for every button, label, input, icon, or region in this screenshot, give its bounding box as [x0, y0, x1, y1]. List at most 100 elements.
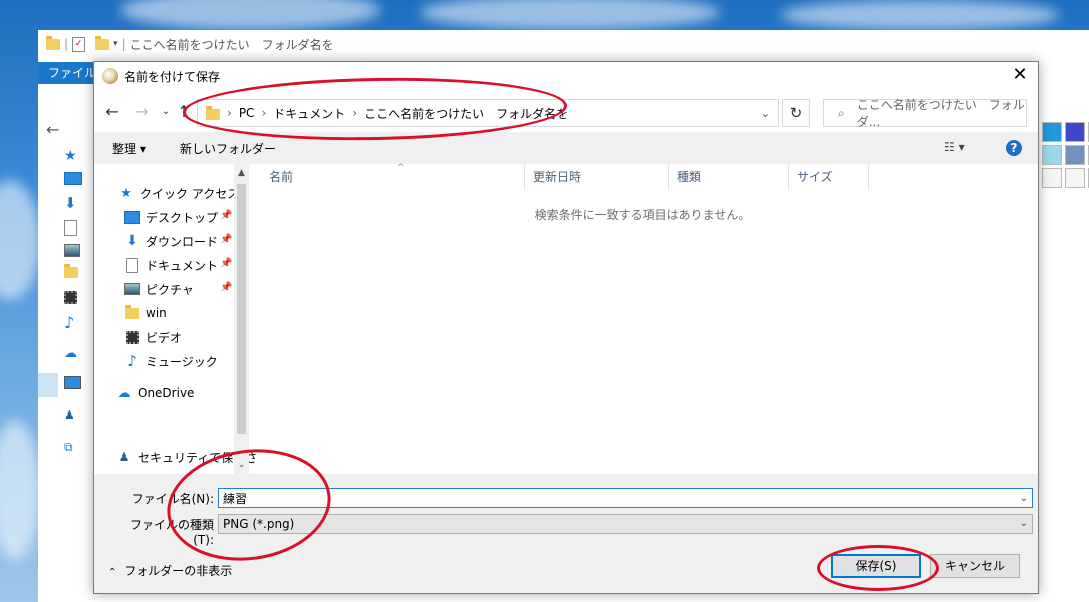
music-icon: ♪: [64, 313, 75, 332]
picture-icon: [64, 244, 84, 264]
file-list: 名前 ^ 更新日時 種類 サイズ 検索条件に一致する項目はありません。: [249, 163, 1036, 474]
organize-button[interactable]: 整理 ▾: [112, 140, 146, 157]
network-icon: ⧉: [64, 440, 73, 454]
recent-locations-icon[interactable]: ⌄: [156, 102, 176, 122]
cloud-icon: ☁: [64, 346, 77, 361]
cancel-button[interactable]: キャンセル: [930, 554, 1020, 578]
column-label: サイズ: [797, 170, 833, 184]
sidebar-item-music[interactable]: ♪ ミュージック: [124, 350, 218, 372]
checklist-icon: ✓: [72, 36, 86, 52]
video-icon: [64, 291, 84, 311]
network-icon: ♟: [64, 408, 75, 422]
desktop-icon: [124, 210, 140, 224]
background-window-title: ここへ名前をつけたい フォルダ名を: [129, 37, 334, 52]
chevron-down-icon[interactable]: ⌄: [761, 107, 770, 120]
column-label: 更新日時: [533, 170, 582, 184]
sidebar-item-label: ダウンロード: [146, 234, 219, 249]
star-icon: ★: [64, 148, 77, 164]
hide-folders-toggle[interactable]: ⌃ フォルダーの非表示: [108, 562, 232, 579]
navigation-scrollbar[interactable]: ▲ ⌄: [234, 164, 249, 474]
refresh-icon[interactable]: ↻: [782, 99, 810, 127]
color-swatch[interactable]: [1042, 122, 1062, 142]
sidebar-item-label: クイック アクセス: [140, 186, 240, 201]
cloud-icon: ☁: [117, 385, 131, 401]
search-placeholder: ここへ名前をつけたい フォルダ...: [856, 98, 1025, 129]
paint-app-icon: [102, 68, 118, 84]
network-icon: ♟: [118, 450, 130, 464]
sidebar-item-label: デスクトップ: [146, 210, 219, 225]
dialog-title: 名前を付けて保存: [124, 69, 221, 84]
new-folder-button[interactable]: 新しいフォルダー: [180, 140, 276, 157]
sidebar-item-onedrive[interactable]: ☁ OneDrive: [116, 382, 195, 404]
command-toolbar: 整理 ▾ 新しいフォルダー ☷ ▾ ?: [94, 132, 1038, 164]
sidebar-item-label: ピクチャ: [146, 282, 194, 297]
document-icon: [124, 257, 140, 273]
annotation-circle-save: [817, 545, 939, 591]
column-header-modified[interactable]: 更新日時: [525, 164, 669, 190]
sidebar-item-quick-access[interactable]: ★ クイック アクセス: [118, 182, 239, 204]
document-icon: [64, 220, 84, 240]
sidebar-item-documents[interactable]: ドキュメント: [124, 254, 218, 276]
close-icon[interactable]: ✕: [1008, 64, 1032, 88]
dialog-titlebar: 名前を付けて保存 ✕: [94, 62, 1038, 90]
back-arrow-icon[interactable]: ←: [102, 102, 122, 122]
filename-field[interactable]: 練習 ⌄: [218, 488, 1033, 508]
folder-icon: [95, 35, 110, 50]
column-label: 名前: [269, 170, 294, 184]
download-icon: ⬇: [64, 194, 77, 212]
desktop-icon: [64, 172, 84, 192]
empty-message: 検索条件に一致する項目はありません。: [534, 208, 751, 222]
view-options-icon[interactable]: ☷ ▾: [944, 140, 965, 154]
sidebar-item-downloads[interactable]: ⬇ ダウンロード: [124, 230, 218, 252]
color-swatch[interactable]: [1065, 145, 1085, 165]
music-icon: ♪: [127, 352, 137, 370]
search-input[interactable]: ⌕ ここへ名前をつけたい フォルダ...: [823, 98, 1027, 129]
navigation-pane: ★ クイック アクセス デスクトップ 📌 ⬇ ダウンロード 📌 ドキュメント 📌…: [94, 164, 249, 536]
chevron-down-icon[interactable]: ⌄: [1020, 489, 1028, 509]
color-swatch[interactable]: [1065, 168, 1085, 188]
sort-up-icon: ^: [397, 163, 405, 173]
scrollbar-thumb[interactable]: [237, 184, 246, 434]
forward-arrow-icon[interactable]: →: [132, 102, 152, 122]
color-palette: [1042, 122, 1089, 191]
color-swatch[interactable]: [1065, 122, 1085, 142]
column-header-type[interactable]: 種類: [669, 164, 789, 190]
picture-icon: [124, 282, 140, 296]
sidebar-item-label: ミュージック: [146, 354, 218, 369]
filetype-select[interactable]: PNG (*.png) ⌄: [218, 514, 1033, 534]
sidebar-item-videos[interactable]: ビデオ: [124, 326, 182, 348]
sidebar-item-label: OneDrive: [138, 386, 195, 400]
sidebar-item-win[interactable]: win: [124, 302, 167, 324]
sidebar-item-label: ドキュメント: [146, 258, 219, 273]
pc-highlight: [38, 373, 58, 397]
pin-icon[interactable]: 📌: [220, 258, 232, 269]
sidebar-item-pictures[interactable]: ピクチャ: [124, 278, 194, 300]
search-icon: ⌕: [838, 105, 845, 120]
download-icon: ⬇: [126, 233, 138, 249]
chevron-up-icon: ⌃: [108, 567, 117, 578]
folder-icon: [124, 304, 140, 320]
pin-icon[interactable]: 📌: [220, 234, 232, 245]
sidebar-item-label: win: [146, 306, 167, 320]
folder-icon: [64, 264, 84, 287]
pin-icon[interactable]: 📌: [220, 282, 232, 293]
scroll-up-icon[interactable]: ▲: [234, 168, 249, 178]
column-label: 種類: [677, 170, 702, 184]
back-arrow-icon[interactable]: ←: [46, 120, 59, 139]
sidebar-item-desktop[interactable]: デスクトップ: [124, 206, 218, 228]
pc-icon: [64, 376, 84, 396]
pin-icon[interactable]: 📌: [220, 210, 232, 221]
help-icon[interactable]: ?: [1006, 140, 1022, 156]
column-header-size[interactable]: サイズ: [789, 164, 869, 190]
sidebar-item-label: ビデオ: [146, 330, 183, 345]
color-swatch[interactable]: [1042, 168, 1062, 188]
background-titlebar: | ✓ ▾ | ここへ名前をつけたい フォルダ名を: [38, 30, 1089, 58]
chevron-down-icon[interactable]: ⌄: [1020, 515, 1028, 533]
video-icon: [124, 330, 140, 344]
color-swatch[interactable]: [1042, 145, 1062, 165]
dropdown-icon: ▾: [113, 39, 118, 49]
folder-icon: [46, 35, 60, 50]
star-icon: ★: [120, 185, 132, 201]
column-header-name[interactable]: 名前 ^: [261, 163, 525, 190]
hide-folders-label: フォルダーの非表示: [124, 564, 233, 578]
